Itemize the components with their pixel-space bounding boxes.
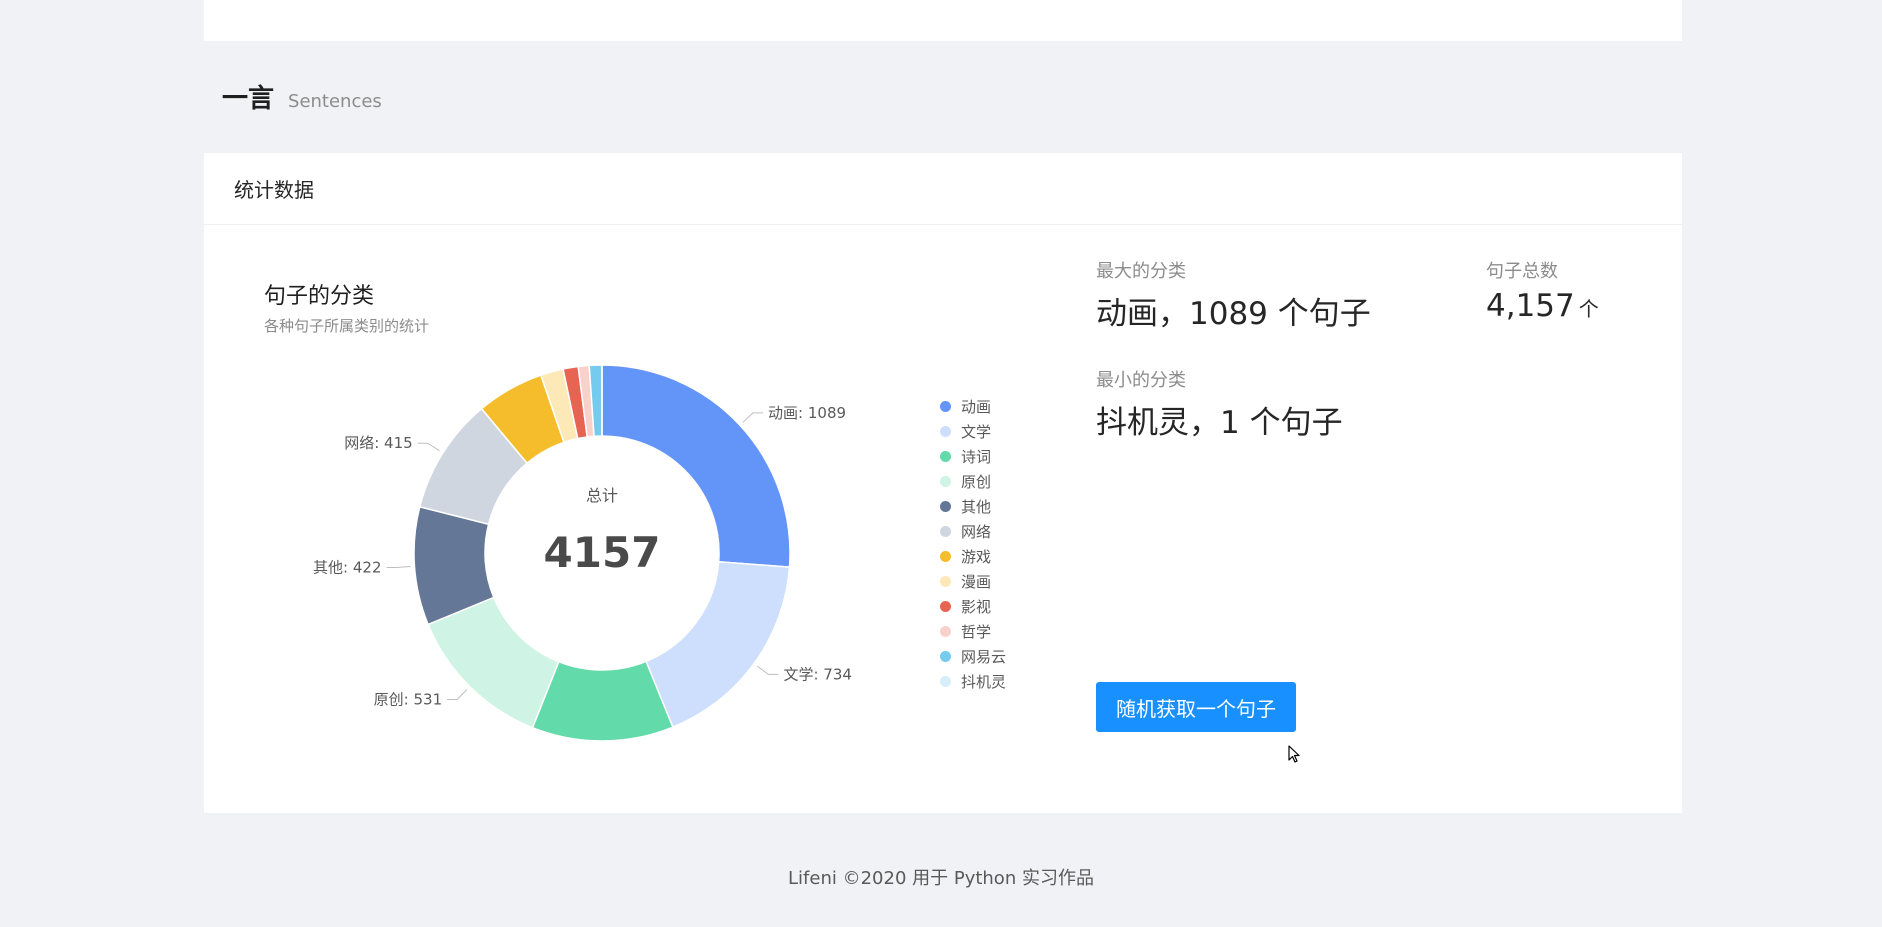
total-count-unit: 个 — [1578, 297, 1599, 321]
legend-marker — [940, 651, 951, 662]
legend-marker — [940, 401, 951, 412]
legend-label: 哲学 — [961, 623, 992, 641]
legend-label: 原创 — [961, 473, 992, 491]
legend-label: 其他 — [961, 498, 992, 516]
mouse-pointer-icon — [1288, 745, 1300, 763]
legend-label: 文学 — [961, 423, 992, 441]
chart-legend: 动画文学诗词原创其他网络游戏漫画影视哲学网易云抖机灵 — [940, 394, 1006, 694]
max-category-value: 动画，1089 个句子 — [1096, 296, 1371, 332]
total-count-label: 句子总数 — [1486, 261, 1558, 282]
page-title: 一言 — [222, 84, 275, 114]
top-card — [204, 0, 1682, 41]
legend-label: 抖机灵 — [961, 673, 1007, 691]
legend-item[interactable]: 文学 — [940, 419, 1006, 444]
label-leader-line — [756, 665, 779, 675]
legend-item[interactable]: 游戏 — [940, 544, 1006, 569]
legend-marker — [940, 451, 951, 462]
min-category-value: 抖机灵，1 个句子 — [1096, 405, 1343, 441]
legend-marker — [940, 426, 951, 437]
total-count: 4,157 个 — [1486, 288, 1599, 324]
legend-item[interactable]: 原创 — [940, 469, 1006, 494]
legend-marker — [940, 526, 951, 537]
legend-item[interactable]: 网络 — [940, 519, 1006, 544]
center-value: 4157 — [544, 528, 661, 577]
slice-label: 文学: 734 — [783, 665, 851, 683]
legend-marker — [940, 476, 951, 487]
slice-label: 动画: 1089 — [768, 404, 846, 422]
legend-item[interactable]: 抖机灵 — [940, 669, 1006, 694]
label-leader-line — [386, 566, 411, 569]
legend-marker — [940, 551, 951, 562]
slice-label: 网络: 415 — [344, 434, 412, 452]
label-leader-line — [447, 689, 468, 700]
legend-label: 影视 — [961, 598, 992, 616]
min-category-label: 最小的分类 — [1096, 370, 1186, 391]
legend-label: 游戏 — [961, 548, 992, 566]
max-category-label: 最大的分类 — [1096, 261, 1186, 282]
page-header: 一言 Sentences — [222, 78, 382, 118]
legend-item[interactable]: 影视 — [940, 594, 1006, 619]
legend-label: 网易云 — [961, 648, 1007, 666]
label-leader-line — [742, 412, 764, 423]
legend-marker — [940, 676, 951, 687]
legend-label: 动画 — [961, 398, 992, 416]
legend-item[interactable]: 网易云 — [940, 644, 1006, 669]
page-subtitle: Sentences — [288, 91, 382, 112]
legend-label: 网络 — [961, 523, 992, 541]
legend-item[interactable]: 其他 — [940, 494, 1006, 519]
legend-marker — [940, 576, 951, 587]
slice-label: 原创: 531 — [374, 690, 442, 708]
legend-marker — [940, 501, 951, 512]
legend-item[interactable]: 漫画 — [940, 569, 1006, 594]
total-count-value: 4,157 — [1486, 288, 1575, 324]
stats-card: 统计数据 句子的分类 各种句子所属类别的统计 总计 4157 动画: 1089 文学:… — [204, 153, 1682, 813]
donut-slice — [645, 560, 791, 729]
donut-chart: 总计 4157 动画: 1089 文学: 734 原创: 531 其他: 422 网络: 4… — [313, 364, 852, 742]
footer: Lifeni ©2020 用于 Python 实习作品 — [788, 868, 1094, 889]
slice-label: 其他: 422 — [313, 559, 381, 577]
legend-marker — [940, 601, 951, 612]
random-sentence-button[interactable]: 随机获取一个句子 — [1096, 682, 1296, 732]
legend-item[interactable]: 诗词 — [940, 444, 1006, 469]
legend-label: 漫画 — [961, 573, 992, 591]
legend-item[interactable]: 哲学 — [940, 619, 1006, 644]
legend-marker — [940, 626, 951, 637]
legend-label: 诗词 — [961, 448, 992, 466]
label-leader-line — [417, 442, 440, 452]
legend-item[interactable]: 动画 — [940, 394, 1006, 419]
center-label: 总计 — [586, 486, 618, 505]
